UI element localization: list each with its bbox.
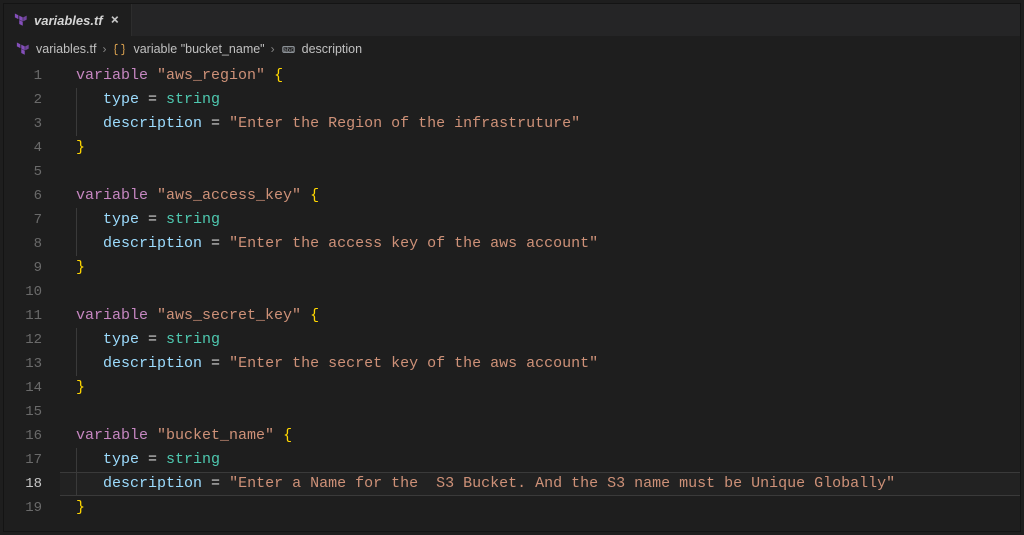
- code-line[interactable]: type = string: [60, 208, 1020, 232]
- code-line[interactable]: [60, 400, 1020, 424]
- line-number: 7: [4, 208, 60, 232]
- code-content[interactable]: variable "aws_region" { type = string de…: [60, 62, 1020, 531]
- line-number: 2: [4, 88, 60, 112]
- code-line[interactable]: type = string: [60, 448, 1020, 472]
- tab-variables-tf[interactable]: variables.tf ×: [4, 4, 132, 36]
- line-number-gutter: 12345678910111213141516171819: [4, 62, 60, 531]
- code-line[interactable]: description = "Enter a Name for the S3 B…: [60, 472, 1020, 496]
- code-area[interactable]: 12345678910111213141516171819 variable "…: [4, 62, 1020, 531]
- line-number: 19: [4, 496, 60, 520]
- breadcrumb-field[interactable]: description: [302, 42, 362, 56]
- code-line[interactable]: [60, 160, 1020, 184]
- line-number: 15: [4, 400, 60, 424]
- line-number: 14: [4, 376, 60, 400]
- close-icon[interactable]: ×: [109, 12, 121, 28]
- line-number: 1: [4, 64, 60, 88]
- breadcrumb[interactable]: variables.tf › variable "bucket_name" › …: [4, 36, 1020, 62]
- line-number: 8: [4, 232, 60, 256]
- code-line[interactable]: description = "Enter the access key of t…: [60, 232, 1020, 256]
- line-number: 18: [4, 472, 60, 496]
- line-number: 13: [4, 352, 60, 376]
- line-number: 16: [4, 424, 60, 448]
- code-line[interactable]: description = "Enter the secret key of t…: [60, 352, 1020, 376]
- chevron-right-icon: ›: [102, 42, 106, 56]
- code-line[interactable]: }: [60, 496, 1020, 520]
- code-line[interactable]: variable "aws_secret_key" {: [60, 304, 1020, 328]
- terraform-file-icon: [16, 42, 30, 56]
- tab-label: variables.tf: [34, 13, 103, 28]
- line-number: 10: [4, 280, 60, 304]
- code-line[interactable]: variable "bucket_name" {: [60, 424, 1020, 448]
- svg-text:abc: abc: [283, 47, 293, 53]
- breadcrumb-file[interactable]: variables.tf: [36, 42, 96, 56]
- line-number: 5: [4, 160, 60, 184]
- code-line[interactable]: type = string: [60, 328, 1020, 352]
- symbol-string-icon: abc: [281, 42, 296, 57]
- terraform-file-icon: [14, 13, 28, 27]
- code-line[interactable]: variable "aws_access_key" {: [60, 184, 1020, 208]
- line-number: 17: [4, 448, 60, 472]
- code-line[interactable]: }: [60, 376, 1020, 400]
- code-line[interactable]: }: [60, 136, 1020, 160]
- line-number: 11: [4, 304, 60, 328]
- line-number: 3: [4, 112, 60, 136]
- line-number: 6: [4, 184, 60, 208]
- code-line[interactable]: type = string: [60, 88, 1020, 112]
- tab-bar: variables.tf ×: [4, 4, 1020, 36]
- line-number: 9: [4, 256, 60, 280]
- code-line[interactable]: variable "aws_region" {: [60, 64, 1020, 88]
- code-line[interactable]: [60, 280, 1020, 304]
- code-line[interactable]: }: [60, 256, 1020, 280]
- chevron-right-icon: ›: [271, 42, 275, 56]
- line-number: 12: [4, 328, 60, 352]
- code-line[interactable]: description = "Enter the Region of the i…: [60, 112, 1020, 136]
- code-editor: variables.tf × variables.tf › variable "…: [4, 4, 1020, 531]
- breadcrumb-symbol[interactable]: variable "bucket_name": [133, 42, 264, 56]
- line-number: 4: [4, 136, 60, 160]
- symbol-namespace-icon: [112, 42, 127, 57]
